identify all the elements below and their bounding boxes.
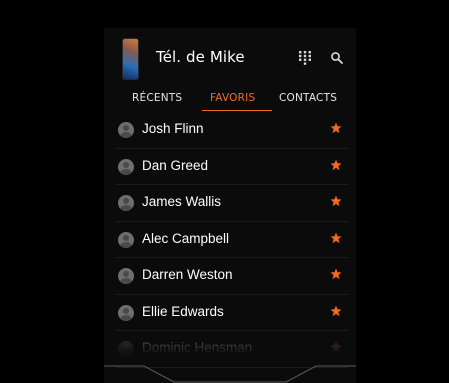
avatar: [118, 304, 134, 321]
avatar: [118, 122, 134, 138]
list-item[interactable]: Ellie Edwards: [116, 295, 348, 331]
list-item[interactable]: James Wallis: [116, 185, 348, 222]
avatar: [118, 158, 134, 175]
avatar: [118, 195, 134, 211]
phone-app-screen: Tél. de Mike RÉCENTS FAVORIS CONTACTS Jo…: [0, 0, 449, 383]
tab-contacts[interactable]: CONTACTS: [279, 92, 337, 110]
contact-name: Josh Flinn: [142, 121, 204, 136]
star-icon[interactable]: [330, 305, 342, 317]
star-icon[interactable]: [330, 159, 342, 171]
tab-bar: RÉCENTS FAVORIS CONTACTS: [116, 92, 348, 112]
bottom-decoration: [104, 365, 356, 383]
avatar: [118, 341, 134, 357]
list-item[interactable]: Alec Campbell: [116, 222, 348, 258]
contact-name: James Wallis: [142, 194, 222, 209]
star-icon[interactable]: [330, 341, 342, 353]
tab-recents[interactable]: RÉCENTS: [132, 92, 182, 110]
avatar: [118, 231, 134, 248]
tab-favoris[interactable]: FAVORIS: [210, 92, 255, 110]
favorites-list: Josh Flinn Dan Greed James Wallis Alec C…: [116, 112, 348, 368]
active-tab-indicator: [202, 110, 272, 111]
star-icon[interactable]: [330, 122, 342, 134]
contact-name: Ellie Edwards: [142, 303, 224, 319]
contact-name: Dan Greed: [142, 157, 209, 173]
header: Tél. de Mike: [116, 34, 348, 82]
search-icon[interactable]: [330, 51, 344, 65]
star-icon[interactable]: [330, 232, 342, 244]
star-icon[interactable]: [330, 195, 342, 207]
star-icon[interactable]: [330, 268, 342, 280]
list-item[interactable]: Darren Weston: [116, 258, 348, 295]
dialpad-icon[interactable]: [299, 51, 311, 65]
list-item[interactable]: Dan Greed: [116, 149, 348, 185]
phone-icon: [122, 38, 139, 80]
contact-name: Alec Campbell: [142, 230, 230, 246]
contact-name: Darren Weston: [142, 267, 233, 282]
list-item[interactable]: Josh Flinn: [116, 112, 348, 149]
avatar: [118, 268, 134, 284]
device-name: Tél. de Mike: [156, 48, 245, 66]
contact-name: Dominic Hensman: [142, 340, 253, 355]
